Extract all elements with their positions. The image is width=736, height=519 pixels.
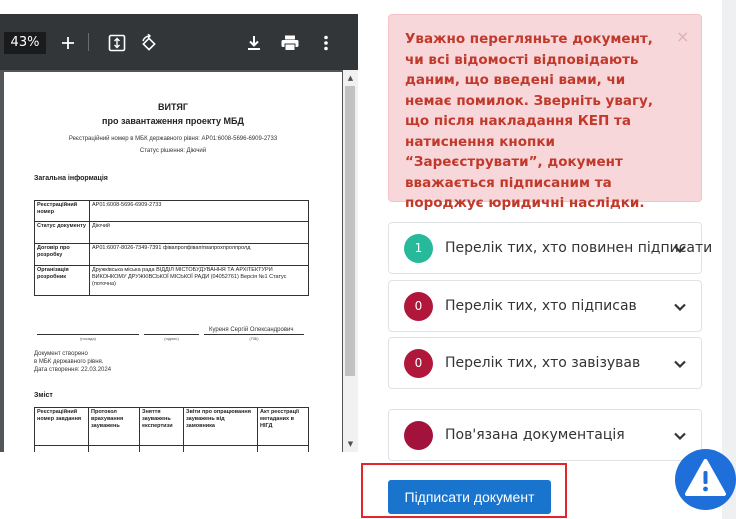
- chevron-down-icon: [674, 360, 686, 369]
- print-icon[interactable]: [277, 30, 303, 56]
- contents-table: Реєстраційний номер завдання Протокол вр…: [34, 407, 309, 452]
- sig-caption-position: (посада): [80, 336, 96, 341]
- rotate-icon[interactable]: [136, 30, 162, 56]
- table-row: Договір про розробку AP01:6007-8026-7349-…: [34, 243, 309, 266]
- doc-created-line-1: Документ створено: [34, 351, 88, 357]
- fit-page-icon[interactable]: [104, 30, 130, 56]
- right-edge-strip: [722, 0, 736, 519]
- sig-caption-sign: (підпис): [164, 336, 179, 341]
- accordion-label: Пов'язана документація: [445, 427, 625, 443]
- count-badge: 0: [404, 349, 433, 378]
- count-badge: 1: [404, 234, 433, 263]
- chevron-down-icon: [674, 303, 686, 312]
- scroll-down-arrow-icon[interactable]: ▼: [343, 438, 358, 450]
- table-row: Статус документу Діючий: [34, 221, 309, 244]
- count-badge: 0: [404, 292, 433, 321]
- warning-triangle-icon: [685, 459, 726, 496]
- doc-created-line-2: в МБК державного рівня.: [34, 359, 104, 365]
- doc-reg-line: Реєстраційний номер в МБК державного рів…: [68, 136, 278, 142]
- doc-title: ВИТЯГ: [158, 102, 188, 112]
- signer-name: Куреня Сергій Олександрович: [209, 327, 294, 333]
- more-vert-icon[interactable]: [313, 30, 339, 56]
- toolbar-divider: [88, 33, 89, 51]
- pdf-scrollbar-thumb[interactable]: [345, 86, 355, 376]
- accordion-label: Перелік тих, хто завізував: [445, 355, 641, 371]
- table-row: Організація розробник Дружківська міська …: [34, 265, 309, 296]
- table-row: [34, 445, 309, 452]
- accordion-related-docs[interactable]: Пов'язана документація: [388, 409, 702, 461]
- doc-created-date: Дата створення: 22.03.2024: [34, 367, 112, 373]
- warning-alert-text: Уважно перегляньте документ, чи всі відо…: [405, 31, 653, 211]
- close-icon[interactable]: ×: [676, 29, 689, 45]
- warning-fab[interactable]: [675, 449, 736, 510]
- plus-icon[interactable]: [55, 30, 81, 56]
- chevron-down-icon: [674, 432, 686, 441]
- download-icon[interactable]: [241, 30, 267, 56]
- sign-document-button[interactable]: Підписати документ: [388, 480, 551, 514]
- signature-line-sign: [144, 334, 199, 335]
- accordion-signed[interactable]: 0 Перелік тих, хто підписав: [388, 280, 702, 332]
- pdf-toolbar: 43%: [0, 14, 358, 70]
- table-row: Реєстраційний номер завдання Протокол вр…: [34, 407, 309, 446]
- signature-line-name: [204, 334, 304, 335]
- contents-heading: Зміст: [34, 392, 53, 399]
- sig-caption-name: (ПІБ): [249, 336, 259, 341]
- count-badge: [404, 421, 433, 450]
- accordion-label: Перелік тих, хто підписав: [445, 298, 637, 314]
- pdf-page: ВИТЯГ про завантаження проекту МБД Реєст…: [4, 72, 342, 452]
- pdf-viewer[interactable]: 43% ВИТЯГ про завантаження проекту МБД Р…: [0, 14, 358, 452]
- table-row: Реєстраційний номер AP01:6008-5696-6909-2…: [34, 200, 309, 222]
- zoom-level[interactable]: 43%: [4, 32, 46, 54]
- scroll-up-arrow-icon[interactable]: ▲: [343, 72, 358, 84]
- chevron-down-icon: [674, 245, 686, 254]
- doc-status-line: Статус рішення: Діючий: [139, 148, 207, 154]
- signature-line-position: [37, 334, 139, 335]
- accordion-must-sign[interactable]: 1 Перелік тих, хто повинен підписати: [388, 222, 712, 274]
- warning-alert: Уважно перегляньте документ, чи всі відо…: [388, 14, 702, 211]
- accordion-endorsed[interactable]: 0 Перелік тих, хто завізував: [388, 337, 702, 389]
- general-info-table: Реєстраційний номер AP01:6008-5696-6909-2…: [34, 200, 309, 296]
- page: 43% ВИТЯГ про завантаження проекту МБД Р…: [0, 0, 736, 519]
- doc-subtitle: про завантаження проекту МБД: [102, 116, 244, 126]
- general-info-heading: Загальна інформація: [34, 175, 108, 182]
